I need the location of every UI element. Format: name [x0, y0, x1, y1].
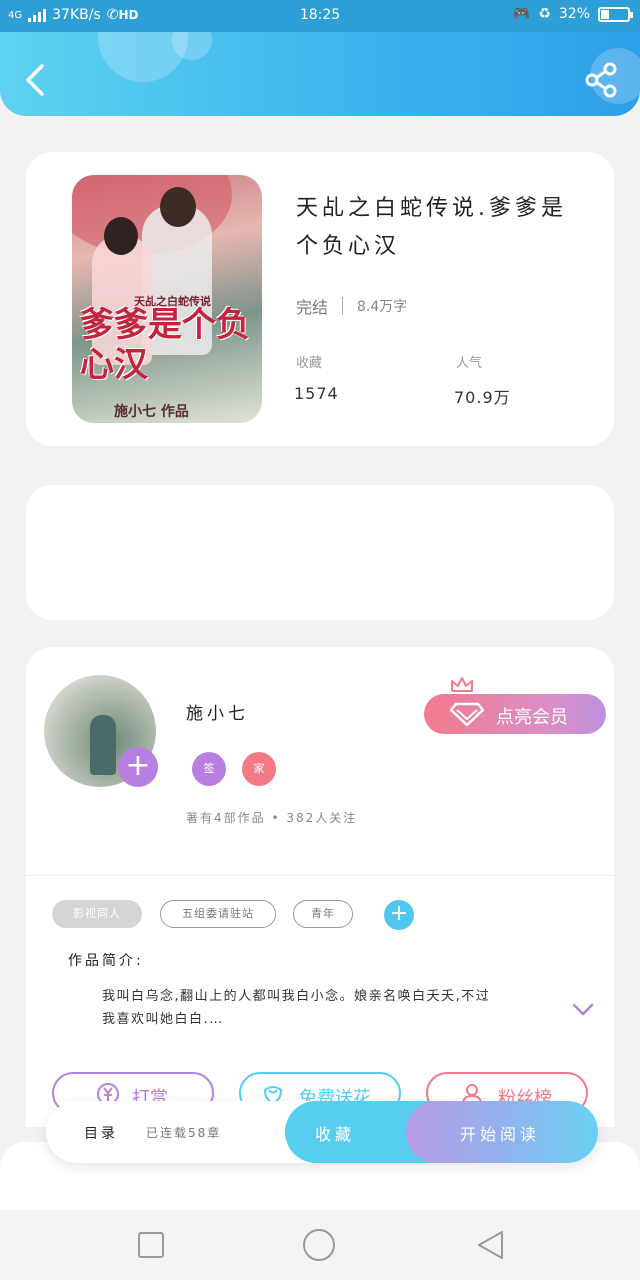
writer-badge: 家	[242, 752, 276, 786]
author-stats: 著有4部作品 • 382人关注	[186, 811, 358, 825]
signed-badge: 签	[192, 752, 226, 786]
popularity-value: 70.9万	[454, 388, 511, 407]
cover-author: 施小七 作品	[114, 404, 189, 420]
status-bar: 4G 37KB/s ✆HD 18:25 🎮 ♻ 32%	[0, 0, 640, 32]
cover-title: 爹爹是个负心汉	[80, 305, 250, 385]
plus-icon: +	[125, 748, 151, 783]
recent-apps-button[interactable]	[134, 1228, 168, 1262]
favorites-value: 1574	[294, 384, 339, 403]
back-nav-button[interactable]	[474, 1228, 508, 1262]
circle-icon	[303, 1229, 335, 1261]
meta-divider	[342, 297, 344, 315]
book-meta: 完结 8.4万字	[296, 294, 407, 318]
bottom-action-bar: 目录 已连载58章 收藏 开始阅读	[46, 1101, 598, 1163]
book-status: 完结	[296, 298, 329, 317]
header	[0, 32, 640, 116]
book-info-card: 天乩之白蛇传说 爹爹是个负心汉 施小七 作品 天乩之白蛇传说.爹爹是个负心汉 完…	[26, 152, 614, 446]
cover-art-figure	[160, 187, 196, 227]
square-icon	[138, 1232, 164, 1258]
share-button[interactable]	[584, 62, 618, 98]
banner-placeholder-card	[26, 485, 614, 620]
favorites-label: 收藏	[296, 356, 323, 371]
favorite-label: 收藏	[315, 1125, 356, 1144]
divider	[26, 875, 614, 876]
battery-percent: 32%	[558, 6, 590, 22]
tag-chip[interactable]: 五组委请驻站	[160, 900, 276, 928]
cover-art-figure	[104, 217, 138, 255]
avatar-figure	[90, 715, 116, 775]
start-reading-button[interactable]: 开始阅读	[406, 1101, 598, 1163]
follow-author-button[interactable]: +	[118, 747, 158, 787]
author-name: 施小七	[186, 704, 249, 724]
tag-chip[interactable]: 影视同人	[52, 900, 142, 928]
plus-icon: +	[389, 901, 409, 926]
battery-icon	[598, 6, 633, 22]
triangle-back-icon	[478, 1231, 503, 1259]
table-of-contents-button[interactable]: 目录	[84, 1123, 118, 1143]
intro-text: 我叫白乌念,翻山上的人都叫我白小念。娘亲名唤白夭夭,不过我喜欢叫她白白.…	[102, 989, 491, 1027]
intro-label: 作品简介:	[68, 953, 144, 969]
popularity-label: 人气	[456, 356, 483, 371]
add-tag-button[interactable]: +	[384, 900, 414, 930]
tag-chip[interactable]: 青年	[293, 900, 353, 928]
back-button[interactable]	[22, 62, 52, 98]
lock-rotation-icon: ♻	[538, 6, 551, 22]
book-cover[interactable]: 天乩之白蛇传说 爹爹是个负心汉 施小七 作品	[72, 175, 262, 423]
chevron-down-icon	[572, 1003, 594, 1016]
vip-button[interactable]: 点亮会员	[424, 694, 606, 734]
serial-status: 已连载58章	[146, 1126, 222, 1140]
read-label: 开始阅读	[460, 1125, 541, 1144]
word-count: 8.4万字	[357, 299, 408, 315]
system-nav-bar	[0, 1210, 640, 1280]
gamepad-icon: 🎮	[512, 6, 531, 22]
home-button[interactable]	[302, 1228, 336, 1262]
diamond-icon	[450, 702, 484, 726]
share-icon	[585, 62, 617, 98]
book-title: 天乩之白蛇传说.爹爹是个负心汉	[296, 196, 567, 259]
chevron-left-icon	[26, 64, 44, 96]
expand-intro-button[interactable]	[571, 1002, 595, 1018]
vip-button-label: 点亮会员	[496, 707, 568, 728]
author-card: + 施小七 签 家 点亮会员 著有4部作品 • 382人关注 影视同人 五组委请…	[26, 647, 614, 1127]
